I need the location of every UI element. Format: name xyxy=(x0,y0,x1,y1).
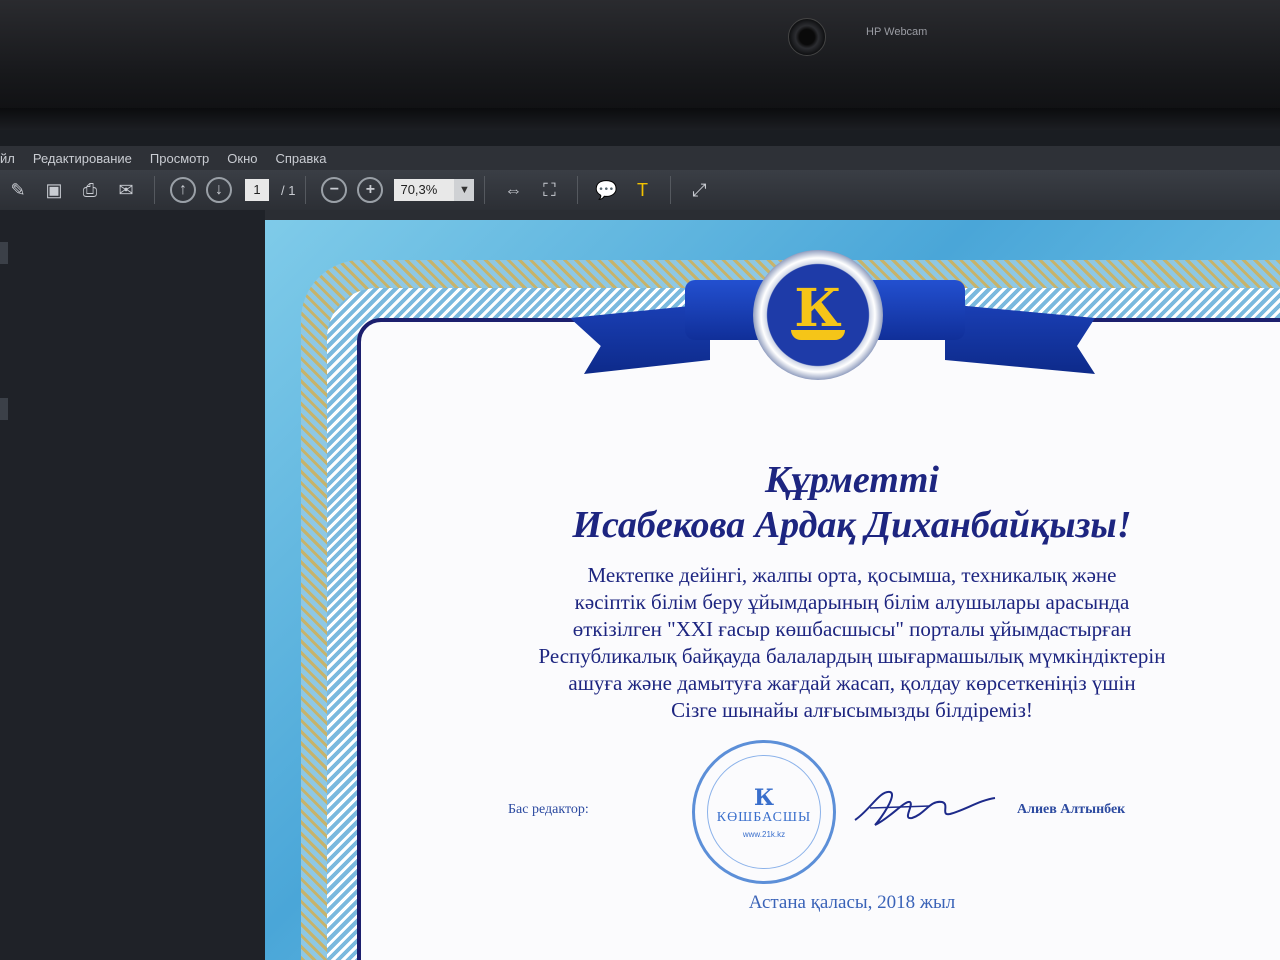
toolbar-divider xyxy=(154,176,155,204)
zoom-value[interactable]: 70,3% xyxy=(394,179,455,201)
fit-width-icon[interactable]: ⇔ xyxy=(498,175,528,205)
save-icon[interactable]: ▣ xyxy=(39,175,69,205)
navigation-pane xyxy=(0,210,265,960)
fullscreen-icon[interactable]: ⤢ xyxy=(684,175,714,205)
handwritten-signature xyxy=(854,790,996,826)
pages-tab[interactable] xyxy=(0,242,8,264)
page-total: / 1 xyxy=(281,182,296,198)
certificate-footer: Астана қаласы, 2018 жыл xyxy=(748,892,956,913)
title-greeting: Құрметті xyxy=(765,459,939,501)
zoom-select[interactable]: 70,3% ▼ xyxy=(394,179,475,201)
chevron-down-icon[interactable]: ▼ xyxy=(454,179,475,201)
certificate-body: Мектепке дейінгі, жалпы орта, қосымша, т… xyxy=(357,562,1280,724)
fit-page-icon[interactable]: ⛶ xyxy=(534,175,564,205)
laptop-bezel: HP Webcam xyxy=(0,0,1280,125)
toolbar-divider xyxy=(305,176,307,204)
signer-name: Алиев Алтынбек xyxy=(1017,802,1126,817)
webcam-icon xyxy=(788,18,826,56)
comment-icon[interactable]: 💬 xyxy=(591,175,621,205)
menu-view[interactable]: Просмотр xyxy=(150,151,209,166)
zoom-out-icon[interactable]: − xyxy=(319,175,349,205)
stamp-letter: К xyxy=(753,784,774,811)
signature-label: Бас редактор: xyxy=(508,802,589,817)
body-line: Сізге шынайы алғысымызды білдіреміз! xyxy=(671,698,1033,722)
menu-edit[interactable]: Редактирование xyxy=(33,151,132,166)
page-number-input[interactable]: 1 xyxy=(245,179,269,201)
stamp-name: КӨШБАСШЫ xyxy=(716,809,812,825)
body-line: Республикалық байқауда балалардың шығарм… xyxy=(538,644,1166,668)
stamp-url: www.21k.kz xyxy=(742,829,786,839)
zoom-in-icon[interactable]: + xyxy=(355,175,385,205)
highlight-icon[interactable]: T xyxy=(627,175,657,205)
body-line: өткізілген "XXI ғасыр көшбасшысы" портал… xyxy=(572,617,1132,641)
toolbar: ✎ ▣ ⎙ ✉ ↑ ↓ 1 / 1 − + 70,3% ▼ ⇔ ⛶ 💬 T ⤢ xyxy=(0,170,1280,210)
certificate-page: К Құрметті Исабекова Ардақ Диханбайқызы!… xyxy=(265,220,1280,960)
book-icon xyxy=(791,330,845,340)
document-view[interactable]: К Құрметті Исабекова Ардақ Диханбайқызы!… xyxy=(265,210,1280,960)
body-line: Мектепке дейінгі, жалпы орта, қосымша, т… xyxy=(587,563,1117,587)
page-up-icon[interactable]: ↑ xyxy=(168,175,198,205)
email-icon[interactable]: ✉ xyxy=(111,175,141,205)
screen-edge xyxy=(0,108,1280,130)
toolbar-divider xyxy=(484,176,486,204)
menu-window[interactable]: Окно xyxy=(227,151,257,166)
webcam-label: HP Webcam xyxy=(866,26,928,38)
stamp-inner: К КӨШБАСШЫ www.21k.kz xyxy=(707,755,821,869)
menu-bar: йл Редактирование Просмотр Окно Справка xyxy=(0,146,1280,170)
print-icon[interactable]: ⎙ xyxy=(75,175,105,205)
menu-file[interactable]: йл xyxy=(0,151,15,166)
bookmarks-tab[interactable] xyxy=(0,398,8,420)
menu-help[interactable]: Справка xyxy=(275,151,326,166)
stamp-seal: К КӨШБАСШЫ www.21k.kz xyxy=(692,740,836,884)
edit-icon[interactable]: ✎ xyxy=(3,175,33,205)
page-down-icon[interactable]: ↓ xyxy=(204,175,234,205)
logo-emblem-icon: К xyxy=(753,250,883,380)
certificate-title: Құрметті Исабекова Ардақ Диханбайқызы! xyxy=(357,458,1280,548)
toolbar-divider xyxy=(577,176,579,204)
recipient-name: Исабекова Ардақ Диханбайқызы! xyxy=(572,504,1132,546)
body-line: ашуға және дамытуға жағдай жасап, қолдау… xyxy=(568,671,1136,695)
toolbar-divider xyxy=(670,176,672,204)
body-line: кәсіптік білім беру ұйымдарының білім ал… xyxy=(574,590,1130,614)
